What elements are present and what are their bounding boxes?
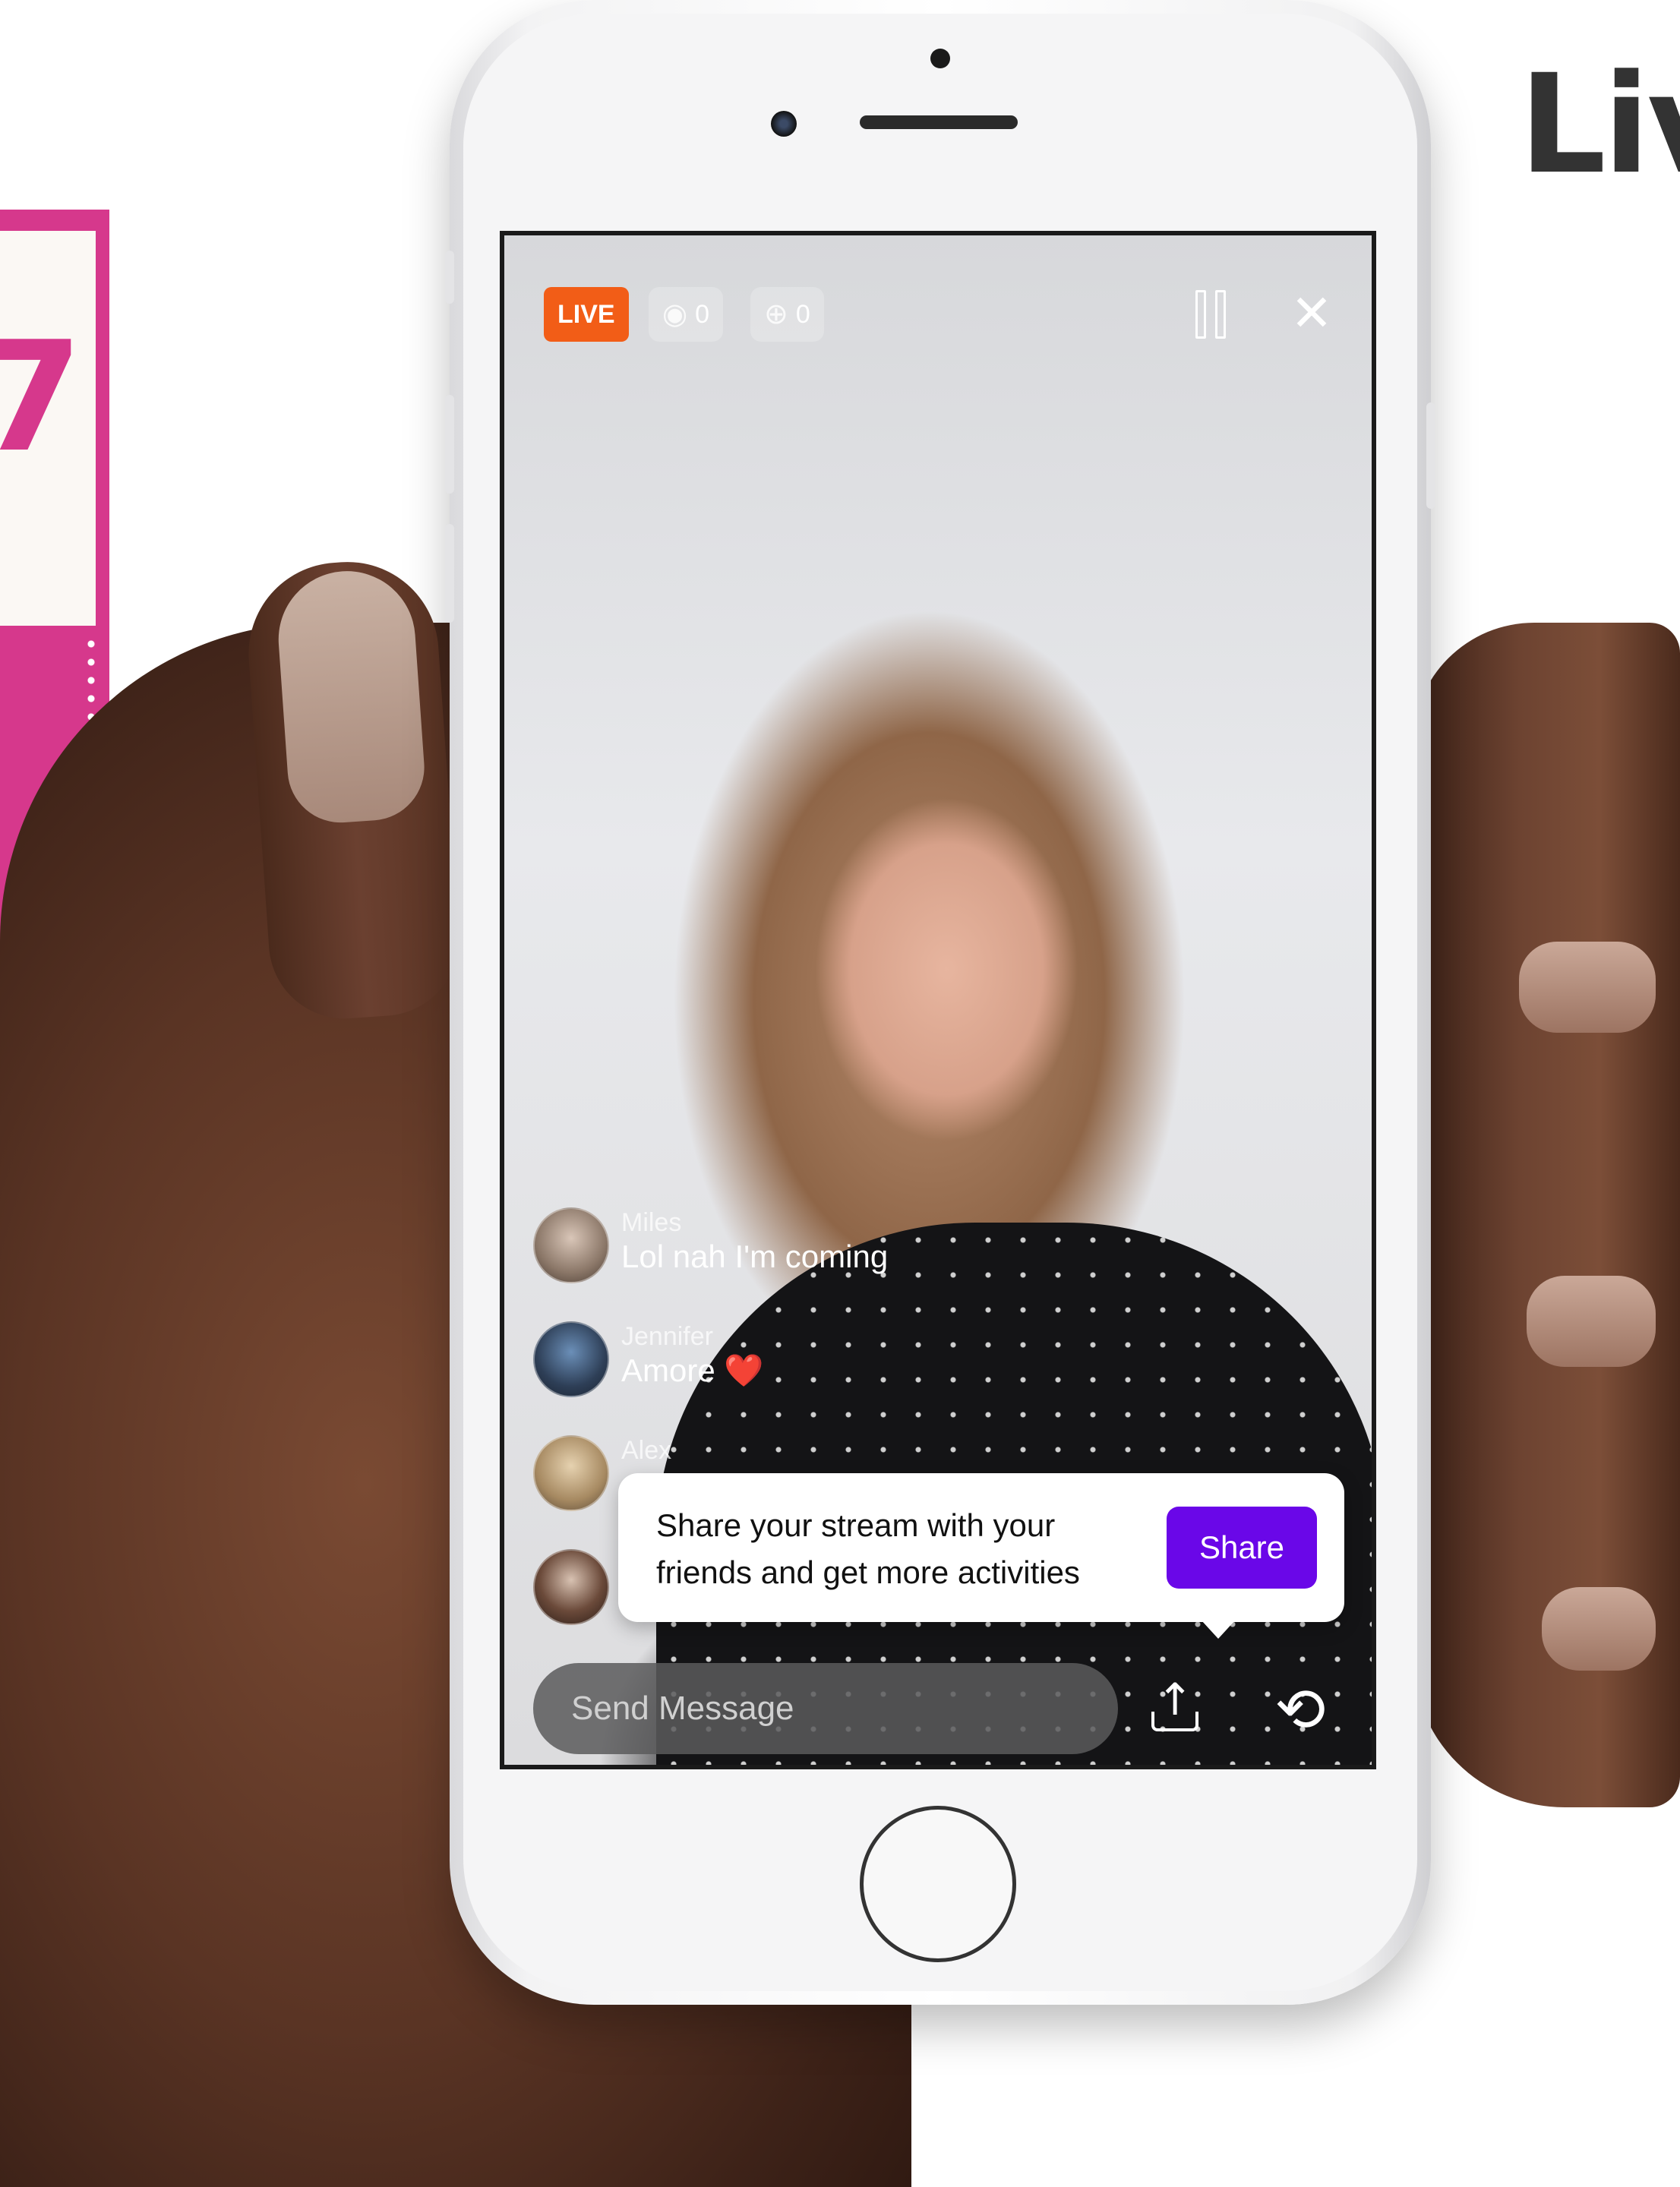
comment-user: Miles [621, 1208, 682, 1237]
comment-user: Alex [621, 1436, 672, 1465]
camera-flip-icon[interactable]: ⟲ [1264, 1674, 1337, 1747]
avatar[interactable] [533, 1549, 609, 1625]
upload-icon[interactable]: ↑ [1141, 1674, 1209, 1742]
front-camera [771, 111, 797, 137]
share-button[interactable]: Share [1167, 1507, 1317, 1589]
comment-item: Jennifer Amore ❤️ [533, 1321, 764, 1397]
avatar[interactable] [533, 1435, 609, 1511]
proximity-sensor [930, 49, 950, 68]
live-badge: LIVE [544, 287, 629, 342]
finger-nail [1542, 1587, 1656, 1671]
viewers-pill: ◉ 0 [649, 287, 724, 342]
avatar[interactable] [533, 1207, 609, 1283]
home-button[interactable] [860, 1806, 1016, 1962]
finger-nail [1519, 942, 1656, 1033]
stream-topbar: LIVE ◉ 0 ⊕ 0 ✕ [504, 258, 1372, 342]
avatar[interactable] [533, 1321, 609, 1397]
sparkle-icon: ⊕ [764, 298, 788, 330]
earpiece-speaker [860, 115, 1018, 129]
share-prompt-text: Share your stream with your friends and … [656, 1507, 1080, 1590]
stamp-glyph: 7 [0, 309, 84, 486]
comment-user: Jennifer [621, 1322, 713, 1351]
live-stream-screen: LIVE ◉ 0 ⊕ 0 ✕ Miles Lol nah I'm coming … [500, 231, 1376, 1769]
stream-bottombar: ↑ ⟲ [504, 1663, 1372, 1762]
viewers-count: 0 [695, 300, 710, 329]
stamp-panel: 7 [0, 231, 96, 626]
activity-count: 0 [795, 300, 810, 329]
comment-message: Amore [621, 1352, 715, 1388]
pause-icon[interactable] [1195, 290, 1241, 339]
comment-item: Miles Lol nah I'm coming [533, 1207, 888, 1283]
activity-pill: ⊕ 0 [750, 287, 824, 342]
thumb-nail [273, 566, 428, 826]
heart-emoji: ❤️ [724, 1352, 764, 1388]
volume-up-button [445, 395, 454, 494]
headline: Liv [1519, 46, 1680, 204]
mute-switch [445, 251, 454, 304]
finger-nail [1527, 1276, 1656, 1367]
power-button [1426, 402, 1435, 509]
comment-message: Lol nah I'm coming [621, 1239, 889, 1274]
share-prompt: Share your stream with your friends and … [618, 1473, 1344, 1639]
comment-item [533, 1549, 609, 1625]
volume-down-button [445, 524, 454, 623]
send-message-input[interactable] [533, 1663, 1118, 1754]
close-icon[interactable]: ✕ [1287, 289, 1337, 339]
eye-icon: ◉ [662, 298, 688, 330]
